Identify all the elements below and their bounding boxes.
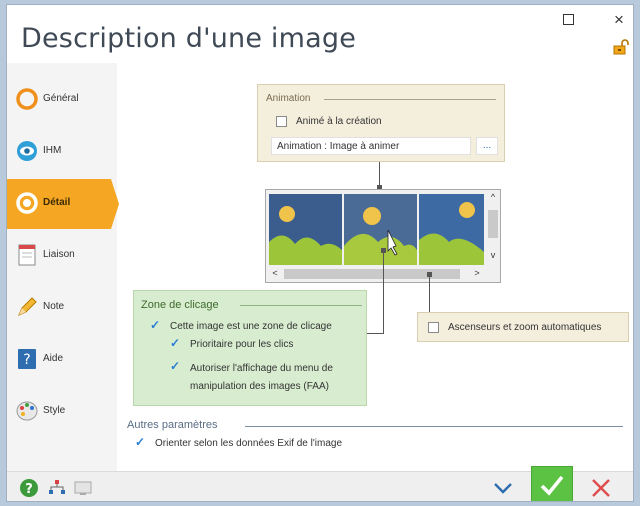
checkmark-icon[interactable]: ✓ xyxy=(170,359,180,373)
sidebar-item-label: IHM xyxy=(43,145,62,156)
sidebar-item-label: Détail xyxy=(43,197,71,208)
scrollbar-thumb[interactable] xyxy=(284,269,460,279)
animate-on-create-label: Animé à la création xyxy=(296,116,382,127)
image-description-window: Description d'une image × Général IHM Dé… xyxy=(6,4,634,502)
maximize-icon xyxy=(563,14,574,25)
svg-text:?: ? xyxy=(25,482,33,497)
eye-icon xyxy=(17,141,37,161)
network-icon[interactable] xyxy=(47,478,67,498)
click-zone-title: Zone de clicage xyxy=(141,299,219,311)
chevron-down-icon xyxy=(494,483,512,494)
scrollbar-thumb[interactable] xyxy=(488,210,498,238)
sidebar-item-label: Note xyxy=(43,301,65,312)
checkmark-icon xyxy=(540,475,564,496)
sidebar-item-label: Liaison xyxy=(43,249,75,260)
priority-label: Prioritaire pour les clics xyxy=(190,339,294,350)
connector-line xyxy=(429,275,430,312)
checkmark-icon[interactable]: ✓ xyxy=(135,435,145,449)
connector-dot xyxy=(381,248,386,253)
animate-on-create-checkbox[interactable] xyxy=(276,116,287,127)
palette-icon xyxy=(16,401,38,421)
sidebar-item-label: Aide xyxy=(43,353,64,364)
preview-thumbnail xyxy=(269,194,342,265)
allow-menu-label: Autoriser l'affichage du menu de xyxy=(190,363,333,374)
sidebar-item-general[interactable]: Général xyxy=(7,75,117,125)
landscape-image xyxy=(344,194,417,265)
animation-image-field[interactable]: Animation : Image à animer xyxy=(271,137,471,155)
group-divider xyxy=(245,426,623,427)
sidebar-item-aide[interactable]: ? Aide xyxy=(7,335,117,385)
vertical-scrollbar[interactable]: ^ v xyxy=(486,192,500,264)
scroll-left-button[interactable]: < xyxy=(268,268,282,278)
maximize-button[interactable] xyxy=(557,9,581,31)
other-params-title: Autres paramètres xyxy=(127,419,218,431)
animation-group: Animation Animé à la création Animation … xyxy=(257,84,505,162)
pencil-icon xyxy=(18,297,37,316)
animation-image-value: Animation : Image à animer xyxy=(277,141,400,152)
scroll-zoom-label: Ascenseurs et zoom automatiques xyxy=(448,322,602,333)
window-title: Description d'une image xyxy=(21,23,357,54)
svg-text:?: ? xyxy=(23,352,30,368)
sidebar-item-note[interactable]: Note xyxy=(7,283,117,333)
cancel-button[interactable] xyxy=(579,474,623,501)
group-divider xyxy=(324,99,496,100)
ring-icon xyxy=(16,88,38,110)
sidebar-item-label: Style xyxy=(43,405,66,416)
sidebar-item-detail[interactable]: Détail xyxy=(7,179,119,229)
group-divider xyxy=(240,305,362,306)
ring-icon xyxy=(16,192,38,214)
scroll-down-button[interactable]: v xyxy=(486,250,500,260)
scroll-up-button[interactable]: ^ xyxy=(486,192,500,202)
exif-label: Orienter selon les données Exif de l'ima… xyxy=(155,438,343,449)
sidebar-item-style[interactable]: Style xyxy=(7,387,117,437)
unlock-icon[interactable] xyxy=(613,39,629,55)
document-icon xyxy=(18,244,36,266)
checkmark-icon[interactable]: ✓ xyxy=(170,336,180,350)
horizontal-scrollbar[interactable]: < > xyxy=(268,267,484,281)
sidebar-item-label: Général xyxy=(43,93,79,104)
active-indicator xyxy=(111,179,119,229)
is-click-zone-label: Cette image est une zone de clicage xyxy=(170,321,332,332)
allow-menu-label-cont: manipulation des images (FAA) xyxy=(190,381,329,392)
sidebar-item-ihm[interactable]: IHM xyxy=(7,127,117,177)
connector-dot xyxy=(427,272,432,277)
expand-button[interactable] xyxy=(481,474,525,501)
close-icon xyxy=(592,479,610,497)
connector-line xyxy=(383,251,384,333)
help-icon[interactable]: ? xyxy=(19,478,39,498)
preview-thumbnail xyxy=(344,194,417,265)
click-zone-group: Zone de clicage ✓ Cette image est une zo… xyxy=(133,290,367,406)
checkmark-icon[interactable]: ✓ xyxy=(150,318,160,332)
animation-group-title: Animation xyxy=(266,93,311,104)
help-book-icon: ? xyxy=(18,349,36,369)
bottom-toolbar: ? xyxy=(7,466,633,501)
preview-thumbnail xyxy=(419,194,484,265)
browse-image-button[interactable]: ... xyxy=(476,137,498,155)
landscape-image xyxy=(419,194,484,265)
scroll-zoom-group: Ascenseurs et zoom automatiques xyxy=(417,312,629,342)
sidebar-item-liaison[interactable]: Liaison xyxy=(7,231,117,281)
ok-button[interactable] xyxy=(531,466,573,501)
close-button[interactable]: × xyxy=(607,9,631,31)
sidebar: Général IHM Détail Liaison Note ? Aide S… xyxy=(7,63,119,471)
scroll-right-button[interactable]: > xyxy=(470,268,484,278)
landscape-image xyxy=(269,194,342,265)
screen-icon[interactable] xyxy=(73,478,93,498)
scroll-zoom-checkbox[interactable] xyxy=(428,322,439,333)
title-bar: Description d'une image × xyxy=(7,5,633,63)
